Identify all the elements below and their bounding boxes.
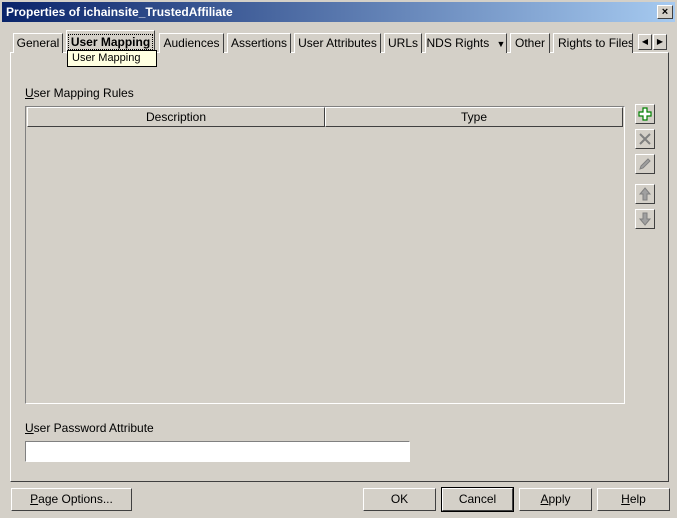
user-password-attribute-label: User Password Attribute: [25, 421, 154, 435]
cancel-label: Cancel: [458, 492, 497, 506]
column-header-label: Type: [460, 110, 487, 124]
tab-label: User Mapping: [67, 34, 154, 50]
tab-urls[interactable]: URLs: [384, 33, 422, 53]
chevron-down-icon: ▼: [496, 39, 506, 49]
add-icon: [638, 107, 652, 121]
ok-button[interactable]: OK: [363, 488, 436, 511]
delete-icon: [639, 133, 651, 145]
tab-label: Rights to Files: [558, 36, 633, 50]
properties-dialog: Properties of ichainsite_TrustedAffiliat…: [0, 0, 677, 518]
edit-icon: [639, 158, 651, 170]
tab-label: User Attributes: [298, 36, 377, 50]
ok-label: OK: [390, 492, 409, 506]
column-header-description[interactable]: Description: [27, 107, 325, 127]
tab-label: General: [16, 36, 60, 50]
tab-rights-to-files[interactable]: Rights to Files: [553, 33, 633, 53]
tab-other[interactable]: Other: [510, 33, 550, 53]
tab-label: NDS Rights: [426, 36, 490, 50]
column-header-type[interactable]: Type: [325, 107, 623, 127]
tab-tooltip: User Mapping: [67, 50, 157, 67]
edit-rule-button[interactable]: [635, 154, 655, 174]
tab-user-attributes[interactable]: User Attributes: [294, 33, 381, 53]
delete-rule-button[interactable]: [635, 129, 655, 149]
tab-general[interactable]: General: [13, 33, 63, 53]
tab-nds-rights[interactable]: NDS Rights ▼: [425, 33, 507, 53]
arrow-left-icon: ◀: [641, 37, 649, 46]
help-button[interactable]: Help: [597, 488, 670, 511]
user-mapping-rules-label: User Mapping Rules: [25, 86, 134, 100]
page-options-button[interactable]: Page Options...: [11, 488, 132, 511]
move-down-icon: [638, 212, 652, 226]
tab-assertions[interactable]: Assertions: [227, 33, 291, 53]
tab-label: Audiences: [163, 36, 220, 50]
tab-label: Assertions: [230, 36, 288, 50]
column-header-label: Description: [145, 110, 207, 124]
apply-button[interactable]: Apply: [519, 488, 592, 511]
tab-scroll-left-button[interactable]: ◀: [638, 34, 652, 50]
window-title: Properties of ichainsite_TrustedAffiliat…: [6, 5, 233, 19]
move-up-icon: [638, 187, 652, 201]
cancel-button[interactable]: Cancel: [441, 487, 514, 512]
tab-scroll-right-button[interactable]: ▶: [653, 34, 667, 50]
user-password-attribute-input[interactable]: [25, 441, 410, 462]
tab-label: Other: [514, 36, 545, 50]
move-down-button[interactable]: [635, 209, 655, 229]
close-button[interactable]: ×: [657, 5, 673, 19]
tab-label: URLs: [387, 36, 418, 50]
add-rule-button[interactable]: [635, 104, 655, 124]
move-up-button[interactable]: [635, 184, 655, 204]
arrow-right-icon: ▶: [656, 37, 664, 46]
user-mapping-rules-list[interactable]: [25, 106, 625, 404]
tab-audiences[interactable]: Audiences: [159, 33, 224, 53]
close-icon: ×: [661, 6, 669, 18]
title-bar: Properties of ichainsite_TrustedAffiliat…: [2, 2, 675, 22]
